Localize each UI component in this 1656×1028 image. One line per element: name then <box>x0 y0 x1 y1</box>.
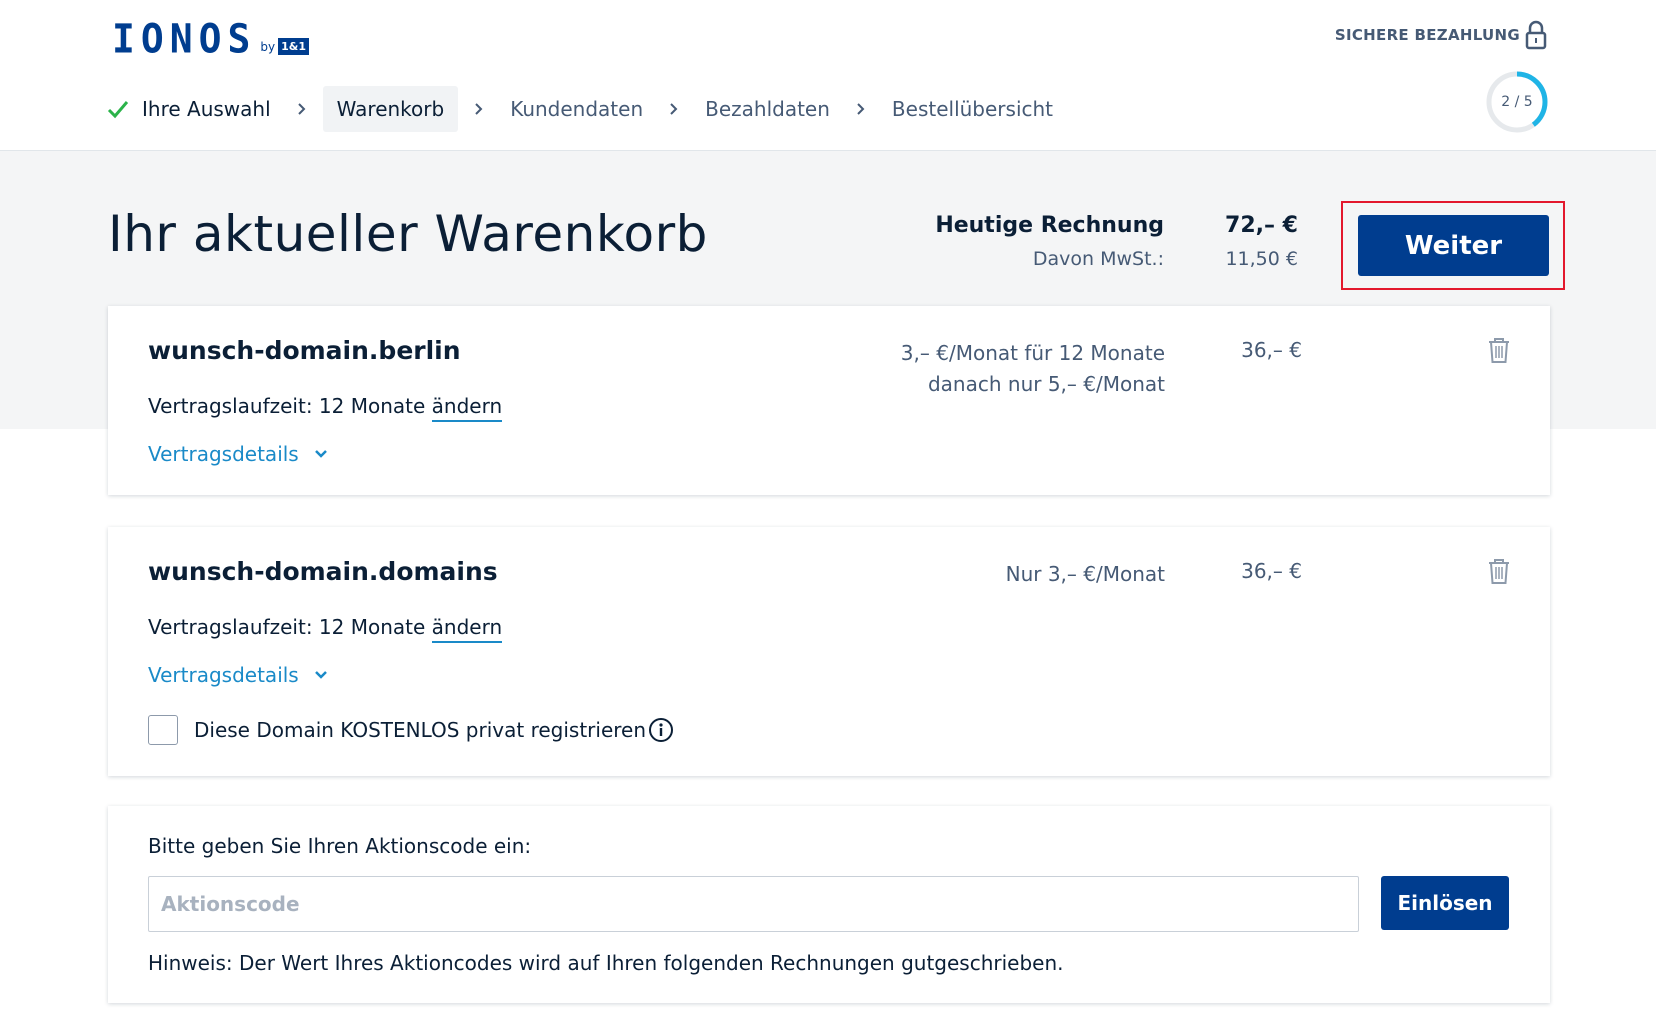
chevron-down-icon <box>314 671 327 679</box>
contract-term: Vertragslaufzeit: 12 Monate ändern <box>148 615 503 643</box>
checkout-steps: Ihre Auswahl Warenkorb Kundendaten Bezah… <box>106 86 1063 132</box>
promo-code-hint: Hinweis: Der Wert Ihres Aktioncodes wird… <box>148 951 1064 975</box>
contract-details-toggle[interactable]: Vertragsdetails <box>148 663 329 687</box>
chevron-right-icon <box>475 103 483 115</box>
change-term-link[interactable]: ändern <box>431 615 503 643</box>
contract-term: Vertragslaufzeit: 12 Monate ändern <box>148 394 503 422</box>
page-title: Ihr aktueller Warenkorb <box>108 205 708 263</box>
cart-item: wunsch-domain.domains Vertragslaufzeit: … <box>108 527 1550 776</box>
chevron-right-icon <box>670 103 678 115</box>
item-price: 36,– € <box>1241 338 1302 362</box>
contract-details-toggle[interactable]: Vertragsdetails <box>148 442 329 466</box>
secure-payment-label: SICHERE BEZAHLUNG <box>1334 26 1520 44</box>
domain-name: wunsch-domain.domains <box>148 557 498 586</box>
promo-code-card: Bitte geben Sie Ihren Aktionscode ein: E… <box>108 806 1550 1003</box>
step-label: Bezahldaten <box>705 97 830 121</box>
redeem-button[interactable]: Einlösen <box>1381 876 1509 930</box>
chevron-down-icon <box>314 450 327 458</box>
step-ihre-auswahl[interactable]: Ihre Auswahl <box>106 86 281 132</box>
step-bestelluebersicht: Bestellübersicht <box>882 86 1063 132</box>
contract-details-label: Vertragsdetails <box>148 442 299 466</box>
domain-name: wunsch-domain.berlin <box>148 336 461 365</box>
price-line: 3,– €/Monat für 12 Monate <box>900 341 1165 365</box>
step-warenkorb[interactable]: Warenkorb <box>322 86 459 132</box>
progress-label: 2 / 5 <box>1501 94 1533 110</box>
invoice-label: Heutige Rechnung <box>935 213 1164 238</box>
price-description: 3,– €/Monat für 12 Monate danach nur 5,–… <box>901 338 1165 400</box>
step-bezahldaten: Bezahldaten <box>695 86 840 132</box>
step-label: Kundendaten <box>510 97 644 121</box>
privacy-registration-row: Diese Domain KOSTENLOS privat registrier… <box>148 715 674 745</box>
promo-code-input[interactable] <box>148 876 1359 932</box>
contract-details-label: Vertragsdetails <box>148 663 299 687</box>
check-icon <box>107 101 129 119</box>
contract-term-label: Vertragslaufzeit: 12 Monate <box>148 394 426 418</box>
trash-icon[interactable] <box>1487 557 1511 585</box>
price-description: Nur 3,– €/Monat <box>1006 559 1165 590</box>
logo-by: by <box>260 40 276 54</box>
chevron-right-icon <box>297 103 306 115</box>
step-label: Ihre Auswahl <box>142 97 271 121</box>
vat-value: 11,50 € <box>1225 248 1298 270</box>
price-line: danach nur 5,– €/Monat <box>927 372 1165 396</box>
privacy-registration-checkbox[interactable] <box>148 715 178 745</box>
step-label: Bestellübersicht <box>891 97 1054 121</box>
step-label: Warenkorb <box>336 97 445 121</box>
price-line: Nur 3,– €/Monat <box>1005 562 1165 586</box>
ionos-logo[interactable]: IONOS by 1&1 <box>112 15 310 63</box>
chevron-right-icon <box>857 103 865 115</box>
trash-icon[interactable] <box>1487 336 1511 364</box>
continue-button[interactable]: Weiter <box>1358 215 1549 276</box>
info-icon[interactable] <box>648 717 674 743</box>
step-kundendaten: Kundendaten <box>500 86 653 132</box>
logo-text: IONOS <box>112 15 257 63</box>
privacy-registration-label[interactable]: Diese Domain KOSTENLOS privat registrier… <box>194 718 646 742</box>
item-price: 36,– € <box>1241 559 1302 583</box>
contract-term-label: Vertragslaufzeit: 12 Monate <box>148 615 426 639</box>
change-term-link[interactable]: ändern <box>431 394 503 422</box>
checkout-progress: 2 / 5 <box>1485 70 1549 134</box>
header: IONOS by 1&1 Ihre Auswahl Warenkorb Kund… <box>0 0 1656 151</box>
logo-badge: 1&1 <box>278 38 310 55</box>
cart-item: wunsch-domain.berlin Vertragslaufzeit: 1… <box>108 306 1550 495</box>
invoice-value: 72,– € <box>1225 213 1298 238</box>
vat-label: Davon MwSt.: <box>1032 248 1164 270</box>
promo-code-label: Bitte geben Sie Ihren Aktionscode ein: <box>148 834 532 858</box>
secure-payment: SICHERE BEZAHLUNG <box>1335 20 1548 50</box>
lock-icon <box>1525 20 1547 50</box>
